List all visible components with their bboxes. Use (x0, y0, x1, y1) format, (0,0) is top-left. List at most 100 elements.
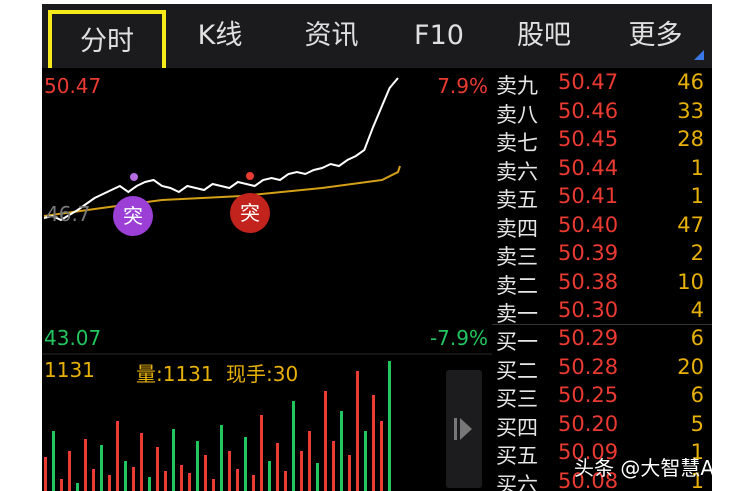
sell-price: 50.46 (558, 98, 619, 123)
sell-row[interactable]: 卖八 50.46 33 (492, 99, 712, 127)
volume-bar (236, 469, 239, 491)
buy-qty: 6 (690, 326, 704, 350)
tab-bar: 分时 K线 资讯 F10 股吧 更多 (42, 4, 712, 72)
sell-qty: 10 (677, 269, 704, 294)
mid-price-label: 46.7 (46, 202, 91, 226)
volume-bar (180, 465, 183, 491)
volume-axis-label: 1131 (44, 358, 95, 382)
sell-row[interactable]: 卖三 50.39 2 (492, 241, 712, 269)
tab-more[interactable]: 更多 (599, 4, 712, 68)
book-divider (492, 324, 712, 325)
volume-bar (380, 421, 383, 491)
tab-f10[interactable]: F10 (389, 4, 489, 68)
stock-app: 分时 K线 资讯 F10 股吧 更多 50.47 7.9% 46.7 43.07… (42, 4, 712, 491)
sell-price: 50.30 (558, 298, 619, 322)
volume-bar (388, 361, 391, 491)
sell-price: 50.44 (558, 155, 619, 180)
sell-price: 50.41 (558, 184, 619, 208)
pct-low-label: -7.9% (429, 326, 488, 350)
buy-row[interactable]: 买四 50.20 5 (492, 412, 712, 440)
more-indicator-icon (694, 50, 704, 60)
volume-bar (244, 437, 247, 491)
sell-price: 50.39 (558, 241, 619, 265)
volume-bar (132, 467, 135, 491)
tab-forum[interactable]: 股吧 (489, 4, 599, 68)
sell-side: 卖七 (496, 131, 538, 155)
volume-bar (148, 477, 151, 491)
volume-bar (196, 441, 199, 491)
sell-qty: 46 (677, 70, 704, 94)
pct-high-label: 7.9% (437, 74, 488, 98)
breakout-badge-1[interactable]: 突 (113, 196, 153, 236)
sell-row[interactable]: 卖四 50.40 47 (492, 213, 712, 241)
volume-bar (220, 425, 223, 491)
sell-side: 卖四 (496, 216, 538, 241)
volume-bar (84, 439, 87, 491)
volume-bar (300, 451, 303, 491)
volume-bar (68, 451, 71, 491)
sell-row[interactable]: 卖九 50.47 46 (492, 70, 712, 98)
buy-row[interactable]: 买三 50.25 6 (492, 383, 712, 411)
buy-row[interactable]: 买二 50.28 20 (492, 355, 712, 383)
volume-bar (284, 471, 287, 491)
volume-bar (348, 455, 351, 491)
volume-label: 量:1131 (136, 362, 214, 386)
sell-side: 卖三 (496, 245, 538, 269)
volume-bar (228, 451, 231, 491)
volume-bar (268, 461, 271, 491)
watermark: 头条 @大智慧App (574, 456, 740, 480)
sell-row[interactable]: 卖六 50.44 1 (492, 156, 712, 184)
volume-bar (188, 473, 191, 491)
volume-bar (332, 441, 335, 491)
intraday-chart[interactable]: 50.47 7.9% 46.7 43.07 -7.9% 突 突 1131 量:1… (42, 68, 492, 491)
volume-bars (44, 361, 391, 491)
buy-qty: 6 (690, 383, 704, 407)
volume-bar (372, 395, 375, 491)
sell-row[interactable]: 卖一 50.30 4 (492, 298, 712, 326)
buy-side: 买五 (496, 444, 538, 468)
sell-qty: 28 (677, 127, 704, 151)
sell-row[interactable]: 卖七 50.45 28 (492, 127, 712, 155)
tab-kline[interactable]: K线 (166, 4, 274, 68)
buy-qty: 5 (690, 411, 704, 436)
buy-row[interactable]: 买一 50.29 6 (492, 326, 712, 354)
buy-price: 50.28 (558, 354, 619, 379)
buy-price: 50.29 (558, 326, 619, 350)
signal-dot-1 (130, 173, 138, 181)
sell-side: 卖九 (496, 74, 538, 98)
buy-qty: 20 (677, 354, 704, 379)
sell-price: 50.40 (558, 212, 619, 237)
buy-side: 买四 (496, 415, 538, 440)
sell-qty: 1 (690, 155, 704, 180)
order-book: 卖九 50.47 46 卖八 50.46 33 卖七 50.45 28 卖六 50.44 1 卖五 50.… (492, 68, 712, 491)
tab-intraday[interactable]: 分时 (48, 10, 166, 72)
volume-bar (172, 429, 175, 491)
current-hand-label: 现手:30 (226, 362, 299, 386)
tab-more-label: 更多 (628, 20, 683, 51)
volume-bar (164, 471, 167, 491)
volume-bar (292, 401, 295, 491)
sell-row[interactable]: 卖二 50.38 10 (492, 270, 712, 298)
sell-price: 50.47 (558, 70, 619, 94)
sell-side: 卖二 (496, 273, 538, 298)
volume-bar (324, 391, 327, 491)
tab-news[interactable]: 资讯 (274, 4, 389, 68)
sell-price: 50.38 (558, 269, 619, 294)
volume-bar (260, 415, 263, 491)
buy-price: 50.25 (558, 383, 619, 407)
volume-bar (212, 479, 215, 491)
volume-bar (204, 455, 207, 491)
price-high-label: 50.47 (44, 74, 102, 98)
sell-row[interactable]: 卖五 50.41 1 (492, 184, 712, 212)
panel-toggle-handle[interactable] (446, 370, 482, 488)
volume-bar (44, 457, 47, 491)
sell-qty: 2 (690, 241, 704, 265)
breakout-badge-2[interactable]: 突 (230, 193, 270, 233)
buy-price: 50.20 (558, 411, 619, 436)
volume-bar (108, 475, 111, 491)
volume-bar (140, 433, 143, 491)
volume-bar (52, 431, 55, 491)
sell-price: 50.45 (558, 127, 619, 151)
buy-side: 买三 (496, 387, 538, 411)
volume-bar (116, 421, 119, 491)
